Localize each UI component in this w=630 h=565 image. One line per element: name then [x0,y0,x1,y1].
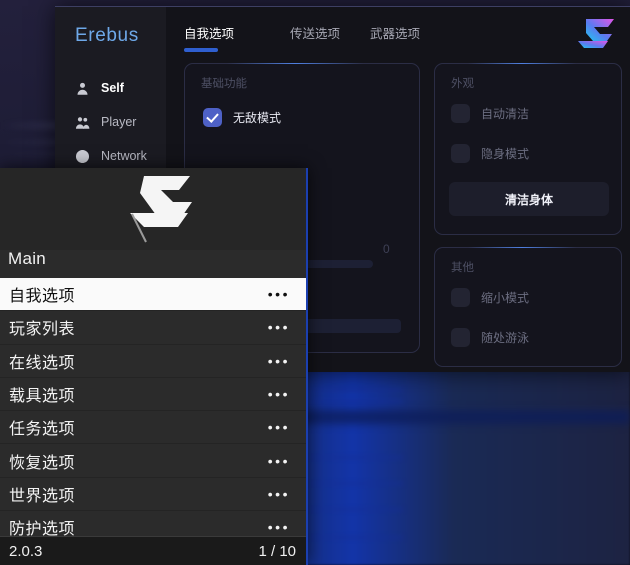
more-dots-icon[interactable]: ••• [268,320,290,334]
checkbox-stealth[interactable] [451,144,470,163]
overlay-item-vehicle[interactable]: 载具选项 ••• [0,377,306,412]
checkbox-row-shrink[interactable]: 缩小模式 [451,288,529,307]
overlay-item-label: 在线选项 [9,354,76,372]
checkbox-label: 随处游泳 [481,331,530,345]
card-title: 基础功能 [201,78,247,90]
overlay-item-label: 玩家列表 [9,321,76,339]
brand-title: Erebus [75,25,139,46]
overlay-header: Main [0,168,306,268]
overlay-item-label: 世界选项 [9,487,76,505]
card-appearance: 外观 自动清洁 隐身模式 清洁身体 [434,63,622,235]
overlay-item-mission[interactable]: 任务选项 ••• [0,411,306,445]
sidebar-item-label: Player [101,115,137,129]
globe-icon [75,149,90,164]
more-dots-icon[interactable]: ••• [268,387,290,401]
more-dots-icon[interactable]: ••• [268,454,290,468]
overlay-item-playerlist[interactable]: 玩家列表 ••• [0,311,306,345]
sidebar-item-player[interactable]: Player [55,105,166,139]
overlay-title: Main [8,249,47,268]
clean-body-button[interactable]: 清洁身体 [449,182,609,216]
sidebar-item-label: Network [101,149,147,163]
overlay-footer: 2.0.3 1 / 10 [0,536,306,565]
checkbox-shrink[interactable] [451,288,470,307]
tab-self[interactable]: 自我选项 [184,23,234,42]
people-icon [75,115,90,130]
version-label: 2.0.3 [9,542,43,560]
card-title: 其他 [451,262,474,274]
tab-bar: 自我选项 传送选项 武器选项 [166,7,630,55]
checkbox-autoclean[interactable] [451,104,470,123]
more-dots-icon[interactable]: ••• [268,487,290,501]
card-other: 其他 缩小模式 随处游泳 [434,247,622,367]
checkbox-label: 无敌模式 [233,111,282,125]
sidebar-item-label: Self [101,81,124,95]
overlay-item-world[interactable]: 世界选项 ••• [0,477,306,512]
erebus-logo-icon [572,17,616,55]
checkbox-row-swim[interactable]: 随处游泳 [451,328,529,347]
tab-teleport[interactable]: 传送选项 [290,23,340,42]
checkbox-godmode[interactable] [203,108,222,127]
erebus-mark-icon [118,172,200,244]
person-icon [75,81,90,96]
checkbox-row-godmode[interactable]: 无敌模式 [203,108,281,127]
overlay-item-list: 自我选项 ••• 玩家列表 ••• 在线选项 ••• 载具选项 ••• 任务选项… [0,278,306,565]
checkbox-swim[interactable] [451,328,470,347]
overlay-item-label: 载具选项 [9,388,76,406]
overlay-item-label: 自我选项 [9,288,76,306]
overlay-item-self[interactable]: 自我选项 ••• [0,278,306,312]
more-dots-icon[interactable]: ••• [268,520,290,534]
tab-weapon[interactable]: 武器选项 [370,23,420,42]
sidebar-item-self[interactable]: Self [55,71,166,105]
more-dots-icon[interactable]: ••• [268,354,290,368]
checkbox-row-stealth[interactable]: 隐身模式 [451,144,529,163]
more-dots-icon[interactable]: ••• [268,287,290,301]
checkbox-row-autoclean[interactable]: 自动清洁 [451,104,529,123]
checkbox-label: 自动清洁 [481,107,530,121]
checkbox-label: 缩小模式 [481,291,530,305]
active-tab-indicator [184,48,218,52]
overlay-item-label: 恢复选项 [9,454,76,472]
overlay-item-recovery[interactable]: 恢复选项 ••• [0,444,306,478]
page-indicator: 1 / 10 [258,542,296,560]
checkbox-label: 隐身模式 [481,147,530,161]
value-readout: 0 [383,242,390,256]
card-title: 外观 [451,78,474,90]
overlay-menu: Main 自我选项 ••• 玩家列表 ••• 在线选项 ••• 载具选项 •••… [0,168,308,565]
more-dots-icon[interactable]: ••• [268,420,290,434]
overlay-item-online[interactable]: 在线选项 ••• [0,344,306,378]
overlay-item-label: 任务选项 [9,421,76,439]
